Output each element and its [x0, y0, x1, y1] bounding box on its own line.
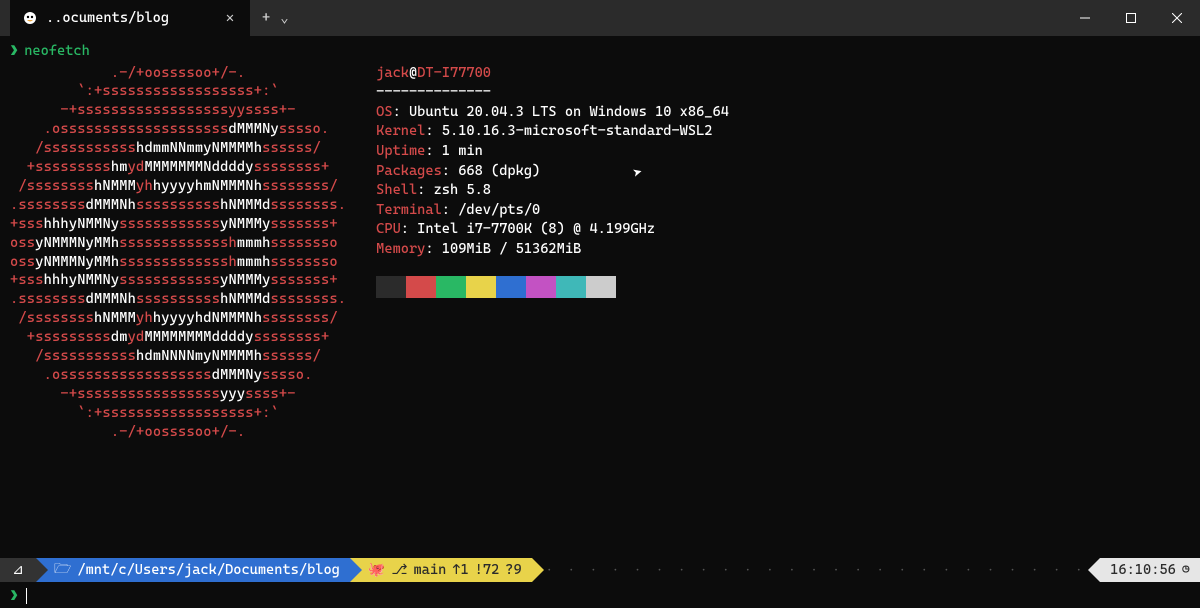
info-label: OS [376, 104, 392, 120]
tab-controls: + ⌄ [250, 10, 301, 26]
hostname: DT-I77700 [417, 65, 491, 81]
info-label: CPU [376, 221, 401, 237]
info-line: Terminal: /dev/pts/0 [376, 201, 729, 221]
git-ahead: ↑1 [452, 562, 468, 578]
info-line: Kernel: 5.10.16.3-microsoft-standard-WSL… [376, 122, 729, 142]
system-info: jack@DT-I77700 -------------- OS: Ubuntu… [376, 64, 729, 442]
status-bar: ⊿ 🗁 /mnt/c/Users/jack/Documents/blog 🐙 ⎇… [0, 558, 1200, 582]
info-line: Uptime: 1 min [376, 142, 729, 162]
git-untracked: ?9 [505, 562, 521, 578]
color-swatch [586, 276, 616, 298]
info-label: Shell [376, 182, 417, 198]
status-filler: · · · · · · · · · · · · · · · · · · · · … [532, 558, 1100, 582]
time-text: 16:10:56 [1110, 562, 1176, 578]
color-swatch [376, 276, 406, 298]
text-cursor [26, 588, 27, 604]
folder-icon: 🗁 [54, 558, 71, 582]
username: jack [376, 65, 409, 81]
prompt-line[interactable]: ❯ [0, 584, 1200, 608]
color-swatch [526, 276, 556, 298]
tab-linux-icon [22, 10, 38, 26]
status-os-segment[interactable]: ⊿ [0, 558, 36, 582]
tab-title: ..ocuments/blog [46, 10, 169, 26]
divider-line: -------------- [376, 83, 729, 103]
new-tab-button[interactable]: + [262, 10, 270, 26]
color-swatch [556, 276, 586, 298]
prompt-symbol-bottom: ❯ [10, 588, 18, 604]
at-sign: @ [409, 65, 417, 81]
cwd-path: /mnt/c/Users/jack/Documents/blog [77, 562, 340, 578]
info-label: Kernel [376, 123, 425, 139]
window-controls [1062, 0, 1200, 36]
git-branch: main [413, 562, 446, 578]
color-swatch [496, 276, 526, 298]
command-text: neofetch [24, 42, 90, 62]
os-icon: ⊿ [12, 562, 24, 578]
status-git-segment[interactable]: 🐙 ⎇ main ↑1 !72 ?9 [350, 558, 532, 582]
git-dirty: !72 [475, 562, 500, 578]
titlebar: ..ocuments/blog ✕ + ⌄ [0, 0, 1200, 36]
tab-dropdown-button[interactable]: ⌄ [280, 10, 288, 26]
close-window-button[interactable] [1154, 0, 1200, 36]
info-label: Packages [376, 163, 442, 179]
ascii-logo: .-/+oossssoo+/-. `:+ssssssssssssssssss+:… [10, 64, 346, 442]
color-palette [376, 276, 729, 298]
clock-icon: ◷ [1182, 562, 1190, 578]
info-label: Memory [376, 241, 425, 257]
info-line: Packages: 668 (dpkg) [376, 162, 729, 182]
info-label: Uptime [376, 143, 425, 159]
color-swatch [436, 276, 466, 298]
tab-active[interactable]: ..ocuments/blog ✕ [10, 0, 250, 36]
git-branch-icon: ⎇ [391, 562, 407, 578]
terminal-output[interactable]: ❯ neofetch .-/+oossssoo+/-. `:+sssssssss… [0, 36, 1200, 447]
color-swatch [406, 276, 436, 298]
user-host-line: jack@DT-I77700 [376, 64, 729, 84]
prompt-symbol: ❯ [10, 42, 18, 62]
info-line: Shell: zsh 5.8 [376, 181, 729, 201]
color-swatch [466, 276, 496, 298]
minimize-button[interactable] [1062, 0, 1108, 36]
status-path-segment[interactable]: 🗁 /mnt/c/Users/jack/Documents/blog [36, 558, 350, 582]
maximize-button[interactable] [1108, 0, 1154, 36]
info-line: Memory: 109MiB / 51362MiB [376, 240, 729, 260]
close-tab-button[interactable]: ✕ [222, 10, 238, 26]
info-line: CPU: Intel i7-7700K (8) @ 4.199GHz [376, 220, 729, 240]
info-line: OS: Ubuntu 20.04.3 LTS on Windows 10 x86… [376, 103, 729, 123]
info-label: Terminal [376, 202, 442, 218]
github-icon: 🐙 [368, 562, 385, 578]
status-time-segment: 16:10:56 ◷ [1100, 558, 1200, 582]
